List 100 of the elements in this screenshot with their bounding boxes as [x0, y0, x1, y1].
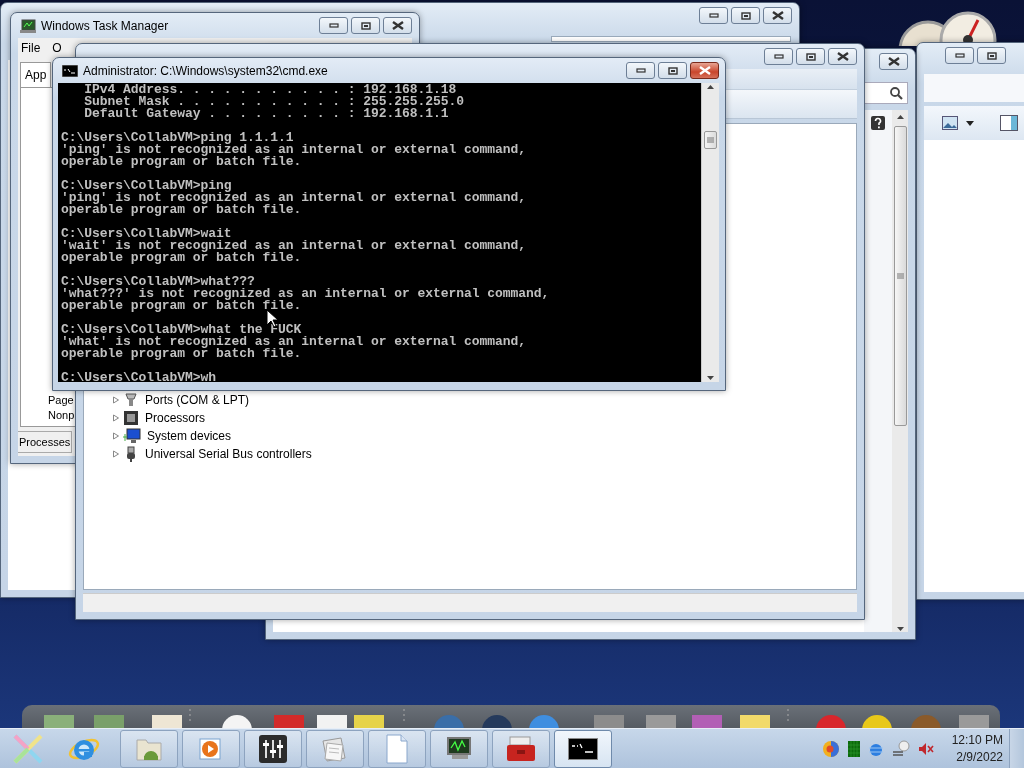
console-line: 'wait' is not recognized as an internal or external command,	[61, 240, 527, 252]
window-title: Administrator: C:\Windows\system32\cmd.exe	[83, 63, 328, 78]
search-icon[interactable]	[890, 86, 903, 100]
help-icon[interactable]	[871, 116, 885, 130]
maximize-button[interactable]	[796, 48, 825, 65]
maximize-icon	[667, 66, 678, 75]
scroll-down-arrow-icon[interactable]	[895, 626, 905, 632]
console-line: C:\Users\CollabVM>what???	[61, 276, 255, 288]
search-field[interactable]	[551, 36, 791, 42]
minimize-button[interactable]	[764, 48, 793, 65]
minimize-button[interactable]	[319, 17, 348, 34]
console-line: 'ping' is not recognized as an internal or external command,	[61, 192, 527, 204]
menu-item[interactable]: O	[52, 41, 62, 55]
dropdown-caret-icon[interactable]	[966, 120, 974, 126]
toolbox-icon	[506, 735, 536, 762]
clock-time: 12:10 PM	[951, 731, 1003, 749]
preview-pane-icon[interactable]	[1000, 115, 1018, 131]
expander-icon[interactable]	[112, 396, 120, 404]
scrollbar-thumb[interactable]	[893, 126, 907, 426]
scroll-up-arrow-icon[interactable]	[895, 114, 905, 120]
tree-item-label[interactable]: Processors	[145, 411, 206, 425]
console-line: operable program or batch file.	[61, 300, 302, 312]
close-button[interactable]	[828, 48, 857, 65]
label: Page	[48, 393, 74, 408]
console-line: C:\Users\CollabVM>wh	[61, 372, 217, 382]
menu-item[interactable]: File	[21, 41, 41, 55]
dock-separator	[188, 709, 192, 723]
mixer-icon	[259, 734, 287, 763]
maximize-icon	[360, 21, 371, 30]
chip-icon	[123, 410, 139, 426]
minimize-button[interactable]	[945, 47, 974, 64]
console-line: C:\Users\CollabVM>wait	[61, 228, 232, 240]
tree-item-label[interactable]: System devices	[147, 429, 232, 443]
dock-separator	[786, 709, 790, 723]
play-icon	[198, 735, 224, 762]
close-button[interactable]	[763, 7, 792, 24]
maximize-icon	[986, 51, 997, 60]
console-line: operable program or batch file.	[61, 252, 302, 264]
minimize-button[interactable]	[626, 62, 655, 79]
grip-icon	[896, 273, 904, 279]
tab[interactable]: App	[20, 62, 52, 87]
monitor-icon	[20, 18, 36, 33]
minimize-icon	[708, 12, 719, 19]
console-line: IPv4 Address. . . . . . . . . . . : 192.168.1.18	[83, 84, 457, 96]
close-icon	[771, 11, 784, 20]
close-icon	[887, 57, 900, 66]
minimize-button[interactable]	[699, 7, 728, 24]
status-tab[interactable]: Processes	[18, 431, 73, 453]
port-icon	[123, 392, 139, 408]
volume-muted-icon[interactable]	[917, 741, 934, 756]
close-button[interactable]	[879, 53, 908, 70]
colorful-ball-icon[interactable]	[821, 739, 840, 758]
image-icon[interactable]	[942, 116, 958, 130]
network-icon[interactable]	[891, 739, 910, 758]
console-line: Subnet Mask . . . . . . . . . . . : 255.255.255.0	[83, 96, 465, 108]
monitor-icon	[444, 735, 474, 762]
close-icon	[698, 66, 711, 75]
label: Nonp	[48, 408, 75, 423]
console-icon	[568, 737, 598, 760]
console-line: 'ping' is not recognized as an internal or external command,	[61, 144, 527, 156]
scroll-up-arrow-icon[interactable]	[706, 83, 715, 91]
window-title: Windows Task Manager	[41, 18, 169, 33]
document-icon	[385, 733, 409, 764]
minimize-icon	[635, 67, 646, 74]
search-field[interactable]	[862, 82, 908, 104]
console-line: C:\Users\CollabVM>ping	[61, 180, 232, 192]
expander-icon[interactable]	[112, 432, 120, 440]
close-icon	[391, 21, 404, 30]
dock-separator	[402, 709, 406, 723]
close-icon	[836, 52, 849, 61]
tree-item-label[interactable]: Ports (COM & LPT)	[145, 393, 249, 407]
maximize-icon	[805, 52, 816, 61]
maximize-button[interactable]	[658, 62, 687, 79]
scrollbar-thumb[interactable]	[704, 131, 717, 149]
expander-icon[interactable]	[112, 414, 120, 422]
tree-item-label[interactable]: Universal Serial Bus controllers	[145, 447, 312, 461]
taskbar-button[interactable]	[244, 729, 302, 768]
maximize-button[interactable]	[977, 47, 1006, 64]
clock[interactable]: 12:10 PM 2/9/2022	[951, 731, 1003, 766]
console-line: 'what' is not recognized as an internal or external command,	[61, 336, 527, 348]
console-line: operable program or batch file.	[61, 348, 302, 360]
scroll-down-arrow-icon[interactable]	[706, 374, 715, 382]
console-line: 'what???' is not recognized as an internal or external command,	[61, 288, 550, 300]
console-icon	[62, 64, 78, 77]
maximize-button[interactable]	[731, 7, 760, 24]
taskbar-button[interactable]	[430, 729, 488, 768]
maximize-button[interactable]	[351, 17, 380, 34]
console-line: C:\Users\CollabVM>ping 1.1.1.1	[61, 132, 294, 144]
close-button[interactable]	[690, 62, 719, 79]
minimize-icon	[954, 52, 965, 59]
console-line: Default Gateway . . . . . . . . . : 192.168.1.1	[83, 108, 449, 120]
grid-icon[interactable]	[847, 740, 860, 757]
taskbar-button[interactable]	[554, 729, 612, 768]
maximize-icon	[740, 11, 751, 20]
console-line: operable program or batch file.	[61, 156, 302, 168]
expander-icon[interactable]	[112, 450, 120, 458]
grip-icon	[707, 137, 714, 143]
clock-date: 2/9/2022	[956, 748, 1003, 766]
console-line: C:\Users\CollabVM>what the FUCK	[61, 324, 302, 336]
close-button[interactable]	[383, 17, 412, 34]
